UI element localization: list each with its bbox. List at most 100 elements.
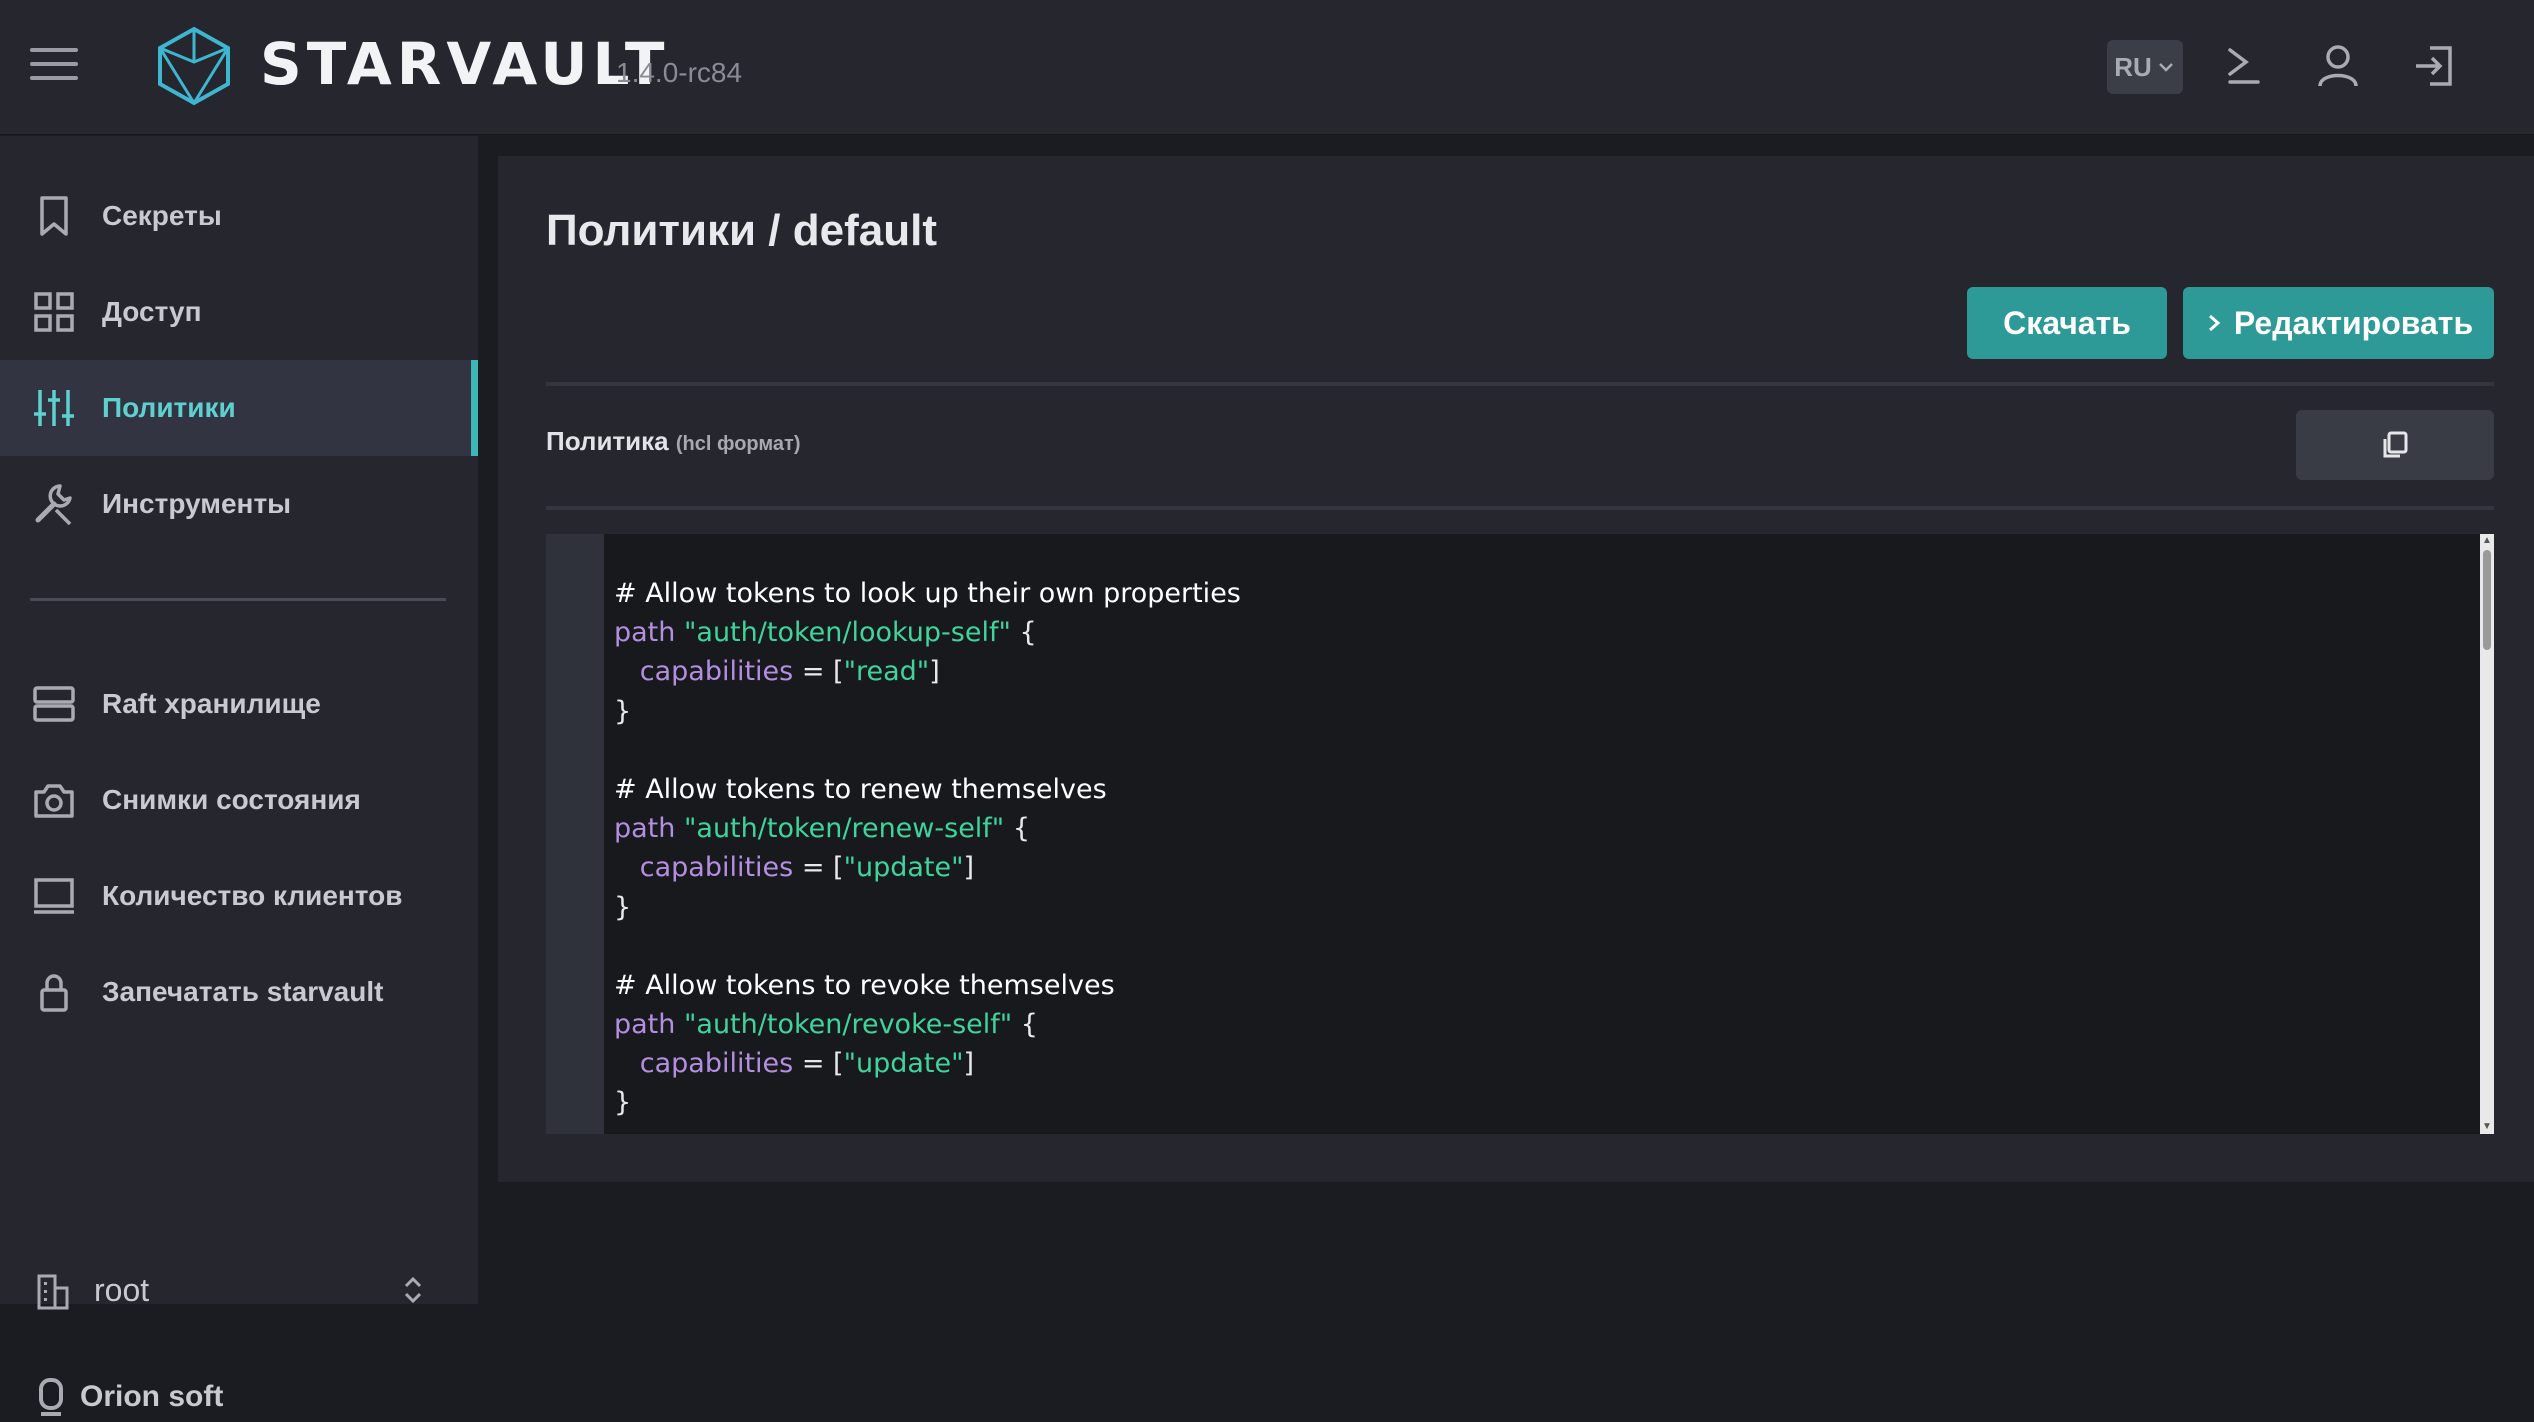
code-brace: } bbox=[614, 891, 632, 923]
code-keyword: path bbox=[614, 1009, 676, 1041]
language-label: RU bbox=[2114, 51, 2152, 82]
code-bracket: ] bbox=[963, 852, 975, 884]
code-bracket: ] bbox=[929, 656, 940, 688]
sidebar-item-label: Доступ bbox=[102, 296, 202, 327]
code-operator: = [ bbox=[793, 852, 844, 884]
edit-button-label: Редактировать bbox=[2233, 304, 2474, 341]
code-brace: } bbox=[614, 1087, 632, 1119]
chevron-up-down-icon[interactable] bbox=[398, 1270, 428, 1310]
code-keyword: capabilities bbox=[639, 1048, 794, 1080]
sidebar-divider bbox=[30, 598, 446, 601]
version-label: 1.4.0-rc84 bbox=[616, 57, 743, 88]
code-bracket: ] bbox=[963, 1048, 975, 1080]
policy-title: Политика bbox=[546, 426, 669, 456]
language-select[interactable]: RU bbox=[2107, 40, 2183, 94]
code-line: } bbox=[614, 888, 1241, 927]
building-icon bbox=[37, 1274, 69, 1310]
sidebar-item-seal[interactable]: Запечатать starvault bbox=[0, 944, 478, 1040]
scroll-up-icon[interactable]: ▲ bbox=[2482, 536, 2492, 546]
code-brace: { bbox=[1012, 1009, 1038, 1041]
sidebar-item-policies[interactable]: Политики bbox=[0, 360, 478, 456]
code-brace: } bbox=[614, 695, 632, 727]
edit-button[interactable]: Редактировать bbox=[2183, 287, 2494, 359]
policy-code[interactable]: # Allow tokens to look up their own prop… bbox=[614, 574, 1241, 1123]
code-line: capabilities = ["update"] bbox=[614, 848, 1241, 887]
code-string: "auth/token/lookup-self" bbox=[683, 617, 1011, 649]
logout-icon[interactable] bbox=[2408, 40, 2460, 92]
code-comment: # Allow tokens to renew themselves bbox=[614, 773, 1107, 805]
menu-icon[interactable] bbox=[30, 48, 78, 84]
sidebar-item-label: Секреты bbox=[102, 200, 222, 231]
policy-label: Политика (hcl формат) bbox=[546, 426, 801, 457]
monitor-icon bbox=[34, 878, 74, 914]
bookmark-icon bbox=[40, 196, 68, 236]
sliders-icon bbox=[34, 390, 74, 426]
code-line: # Allow tokens to revoke themselves bbox=[614, 966, 1241, 1005]
sidebar-item-label: Политики bbox=[102, 392, 236, 423]
download-button-label: Скачать bbox=[2003, 304, 2131, 341]
orion-soft-logo-icon bbox=[39, 1378, 63, 1416]
scroll-down-icon[interactable]: ▼ bbox=[2482, 1122, 2492, 1132]
code-line: # Allow tokens to look up their own prop… bbox=[614, 574, 1241, 613]
logo-text[interactable]: STARVAULT bbox=[260, 32, 669, 96]
sidebar-item-snapshots[interactable]: Снимки состояния bbox=[0, 752, 478, 848]
code-brace: { bbox=[1010, 617, 1037, 649]
code-comment: # Allow tokens to revoke themselves bbox=[614, 969, 1115, 1001]
code-brace: { bbox=[1004, 813, 1030, 845]
terminal-icon[interactable] bbox=[2218, 40, 2270, 92]
code-comment: # Allow tokens to look up their own prop… bbox=[614, 578, 1241, 609]
code-keyword: path bbox=[614, 813, 676, 845]
code-string: "auth/token/renew-self" bbox=[683, 813, 1005, 845]
user-icon[interactable] bbox=[2312, 40, 2364, 92]
section-divider bbox=[546, 506, 2494, 510]
code-keyword: path bbox=[614, 617, 676, 649]
top-bar: STARVAULT 1.4.0-rc84 RU bbox=[0, 0, 2534, 135]
download-button[interactable]: Скачать bbox=[1967, 287, 2167, 359]
sidebar-item-label: Снимки состояния bbox=[102, 784, 361, 815]
sidebar-item-raft-storage[interactable]: Raft хранилище bbox=[0, 656, 478, 752]
code-line: capabilities = ["read"] bbox=[614, 652, 1241, 691]
code-keyword: capabilities bbox=[639, 656, 794, 688]
orion-soft-brand: Orion soft bbox=[36, 1372, 223, 1422]
lock-icon bbox=[40, 974, 68, 1012]
sidebar-item-label: Запечатать starvault bbox=[102, 976, 384, 1007]
header-divider bbox=[546, 382, 2494, 386]
sidebar-item-tools[interactable]: Инструменты bbox=[0, 456, 478, 552]
code-line: path "auth/token/renew-self" { bbox=[614, 809, 1241, 848]
line-gutter bbox=[546, 534, 604, 1134]
camera-icon bbox=[34, 784, 74, 818]
copy-icon bbox=[2383, 431, 2408, 458]
code-string: "update" bbox=[843, 1048, 964, 1080]
sidebar: Секреты Доступ Политики Инструменты Raft… bbox=[0, 136, 478, 1416]
wrench-icon bbox=[35, 484, 72, 526]
server-icon bbox=[33, 686, 75, 722]
sidebar-item-secrets[interactable]: Секреты bbox=[0, 168, 478, 264]
brand-label: Orion soft bbox=[80, 1380, 224, 1413]
code-line: capabilities = ["update"] bbox=[614, 1044, 1241, 1083]
code-line: # Allow tokens to renew themselves bbox=[614, 770, 1241, 809]
sidebar-item-client-count[interactable]: Количество клиентов bbox=[0, 848, 478, 944]
sidebar-item-access[interactable]: Доступ bbox=[0, 264, 478, 360]
code-line: path "auth/token/lookup-self" { bbox=[614, 613, 1241, 652]
copy-button[interactable] bbox=[2296, 410, 2494, 480]
code-line: } bbox=[614, 692, 1241, 731]
sidebar-item-label: Raft хранилище bbox=[102, 688, 321, 719]
policy-format-label: (hcl формат) bbox=[675, 433, 801, 455]
code-string: "auth/token/revoke-self" bbox=[683, 1009, 1013, 1041]
chevron-right-icon bbox=[2208, 314, 2221, 332]
code-string: "read" bbox=[843, 656, 930, 688]
editor-scrollbar[interactable]: ▲ ▼ bbox=[2480, 534, 2494, 1134]
page-title: Политики / default bbox=[546, 206, 937, 255]
grid-icon bbox=[34, 292, 74, 332]
scrollbar-thumb[interactable] bbox=[2483, 550, 2491, 650]
chevron-down-icon bbox=[2158, 63, 2173, 72]
code-operator: = [ bbox=[793, 1048, 844, 1080]
code-line: path "auth/token/revoke-self" { bbox=[614, 1005, 1241, 1044]
starvault-logo-icon bbox=[158, 26, 230, 106]
code-editor[interactable]: # Allow tokens to look up their own prop… bbox=[546, 534, 2494, 1134]
